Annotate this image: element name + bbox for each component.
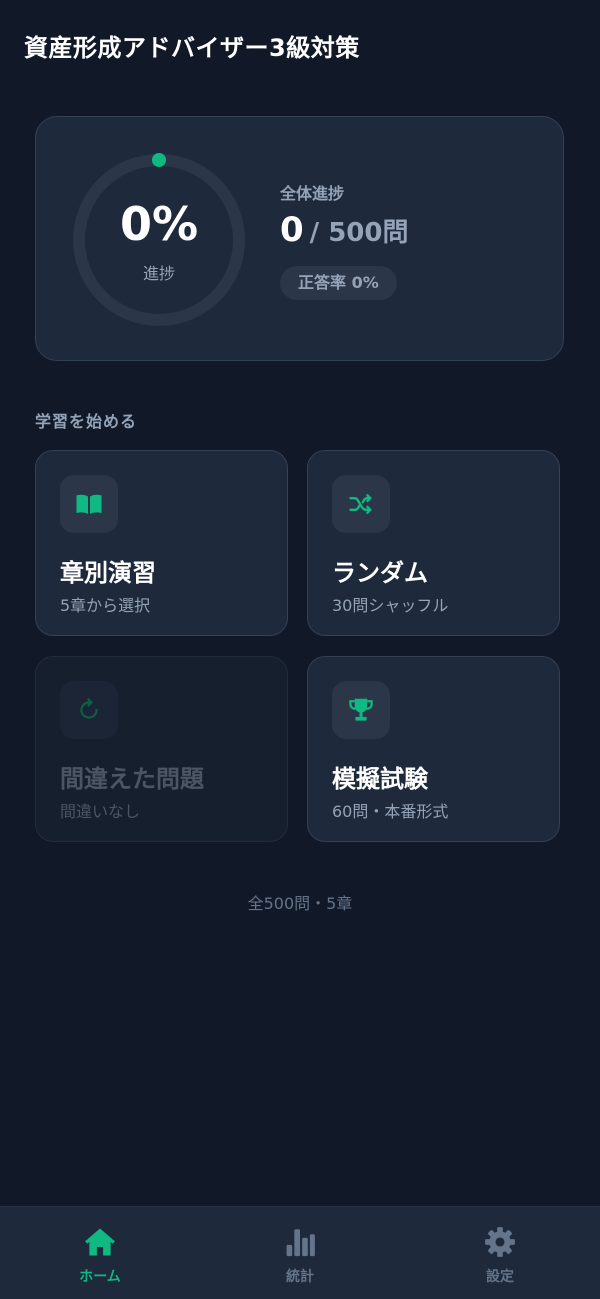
- tile-title: ランダム: [332, 559, 428, 587]
- chapter-practice-tile[interactable]: 章別演習 5章から選択: [35, 450, 288, 636]
- bar-chart-icon: [286, 1229, 315, 1257]
- gear-icon: [485, 1227, 515, 1257]
- nav-stats[interactable]: 統計: [200, 1207, 400, 1299]
- tile-subtitle: 60問・本番形式: [332, 802, 449, 821]
- tile-title: 章別演習: [60, 559, 156, 587]
- total-questions: / 500問: [309, 218, 409, 248]
- app-screen: 資産形成アドバイザー3級対策 0% 進捗 全体進捗 0/ 500問 正答率 0%…: [0, 0, 600, 1299]
- progress-ring-marker: [152, 153, 166, 167]
- overall-progress-label: 全体進捗: [280, 184, 345, 203]
- tile-subtitle: 30問シャッフル: [332, 596, 449, 615]
- shuffle-icon: [332, 475, 390, 533]
- tile-title: 模擬試験: [332, 765, 428, 793]
- wrong-answers-tile: 間違えた問題 間違いなし: [35, 656, 288, 842]
- nav-label: ホーム: [79, 1269, 121, 1285]
- tile-title: 間違えた問題: [60, 765, 204, 793]
- random-tile[interactable]: ランダム 30問シャッフル: [307, 450, 560, 636]
- accuracy-badge: 正答率 0%: [280, 266, 397, 300]
- progress-percent: 0%: [119, 197, 199, 251]
- nav-home[interactable]: ホーム: [0, 1207, 200, 1299]
- nav-label: 設定: [486, 1269, 514, 1285]
- section-title: 学習を始める: [35, 412, 138, 431]
- answered-number: 0: [280, 210, 304, 250]
- trophy-icon: [332, 681, 390, 739]
- progress-card: 0% 進捗 全体進捗 0/ 500問 正答率 0%: [35, 116, 564, 361]
- mock-exam-tile[interactable]: 模擬試験 60問・本番形式: [307, 656, 560, 842]
- tile-subtitle: 間違いなし: [60, 802, 141, 821]
- page-title: 資産形成アドバイザー3級対策: [24, 34, 360, 62]
- nav-label: 統計: [286, 1269, 314, 1285]
- book-icon: [60, 475, 118, 533]
- home-icon: [85, 1228, 115, 1256]
- retry-icon: [60, 681, 118, 739]
- bottom-nav: ホーム 統計 設定: [0, 1206, 600, 1299]
- tile-subtitle: 5章から選択: [60, 596, 151, 615]
- progress-ring-label: 進捗: [142, 264, 175, 283]
- nav-settings[interactable]: 設定: [400, 1207, 600, 1299]
- question-summary: 全500問・5章: [247, 894, 353, 913]
- answered-count: 0/ 500問: [280, 213, 409, 247]
